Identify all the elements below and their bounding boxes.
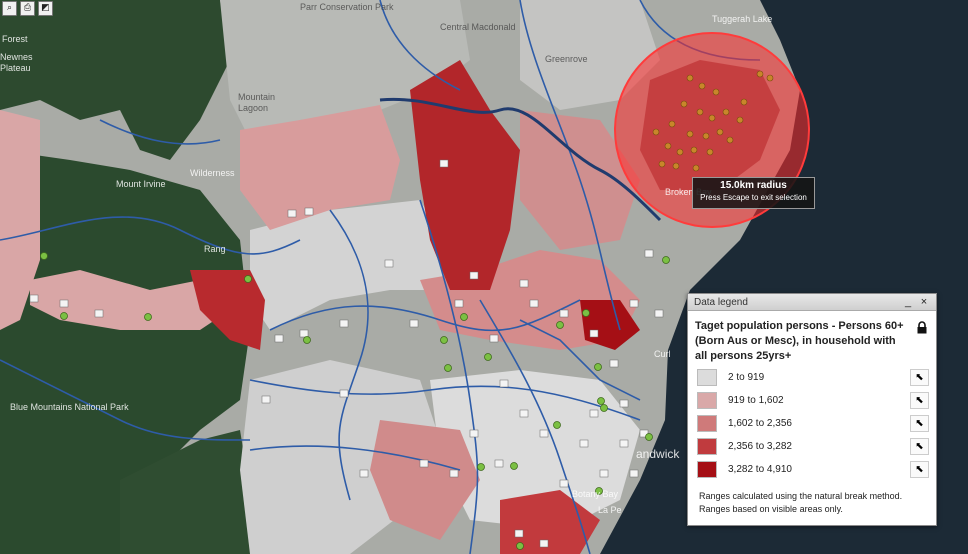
map-label-lagoon: Lagoon xyxy=(238,103,268,113)
map-label-greenrove: Greenrove xyxy=(545,54,588,64)
select-range-icon[interactable]: ⬉ xyxy=(910,391,929,409)
legend-title: Taget population persons - Persons 60+ (… xyxy=(695,320,904,362)
lock-icon[interactable] xyxy=(916,321,928,334)
legend-range-label: 919 to 1,602 xyxy=(728,394,784,406)
map-label-ranges: Rang xyxy=(204,244,226,254)
map-label-botany-bay: Botany Bay xyxy=(572,489,619,499)
zoom-icon[interactable]: ⌕ xyxy=(2,1,17,16)
map-label-tuggerah: Tuggerah Lake xyxy=(712,14,772,24)
radius-tooltip: 15.0km radius Press Escape to exit selec… xyxy=(692,177,815,209)
map-label-wilderness: Wilderness xyxy=(190,168,235,178)
legend-range-row: 919 to 1,602 ⬉ xyxy=(697,391,929,409)
select-range-icon[interactable]: ⬉ xyxy=(910,368,929,386)
legend-swatch xyxy=(697,414,717,432)
legend-note: Ranges calculated using the natural brea… xyxy=(699,491,903,514)
map-label-mount: Mount Irvine xyxy=(116,179,166,189)
data-legend-panel[interactable]: Data legend _ × Taget population persons… xyxy=(687,293,937,526)
legend-range-label: 2,356 to 3,282 xyxy=(728,440,792,452)
legend-range-row: 3,282 to 4,910 ⬉ xyxy=(697,460,929,478)
legend-swatch xyxy=(697,437,717,455)
legend-range-row: 1,602 to 2,356 ⬉ xyxy=(697,414,929,432)
legend-header-title: Data legend xyxy=(694,296,748,308)
close-button[interactable]: × xyxy=(918,296,930,308)
map-label-newnes: Newnes xyxy=(0,52,33,62)
legend-range-row: 2,356 to 3,282 ⬉ xyxy=(697,437,929,455)
legend-range-row: 2 to 919 ⬉ xyxy=(697,368,929,386)
map-label-blue-mountains: Blue Mountains National Park xyxy=(10,402,129,412)
map-label-plateau: Plateau xyxy=(0,63,31,73)
map-label-la-pe: La Pe xyxy=(598,505,622,515)
map-label-curl: Curl xyxy=(654,349,671,359)
select-range-icon[interactable]: ⬉ xyxy=(910,437,929,455)
legend-swatch xyxy=(697,391,717,409)
legend-range-label: 1,602 to 2,356 xyxy=(728,417,792,429)
map-label-central: Central Macdonald xyxy=(440,22,516,32)
escape-hint: Press Escape to exit selection xyxy=(700,193,807,202)
legend-swatch xyxy=(697,460,717,478)
select-range-icon[interactable]: ⬉ xyxy=(910,414,929,432)
map-label-randwick: andwick xyxy=(636,447,680,461)
export-icon[interactable]: ◩ xyxy=(38,1,53,16)
select-range-icon[interactable]: ⬉ xyxy=(910,460,929,478)
legend-swatch xyxy=(697,368,717,386)
map-label-mountain: Mountain xyxy=(238,92,275,102)
map-toolbar: ⌕ ⎙ ◩ xyxy=(0,0,55,18)
legend-header[interactable]: Data legend _ × xyxy=(688,294,936,311)
map-label-parr: Parr Conservation Park xyxy=(300,2,394,12)
minimize-button[interactable]: _ xyxy=(902,296,914,308)
map-label-forest: Forest xyxy=(2,34,28,44)
legend-range-label: 2 to 919 xyxy=(728,371,765,383)
legend-range-label: 3,282 to 4,910 xyxy=(728,463,792,475)
radius-label: 15.0km radius xyxy=(720,180,787,191)
print-icon[interactable]: ⎙ xyxy=(20,1,35,16)
